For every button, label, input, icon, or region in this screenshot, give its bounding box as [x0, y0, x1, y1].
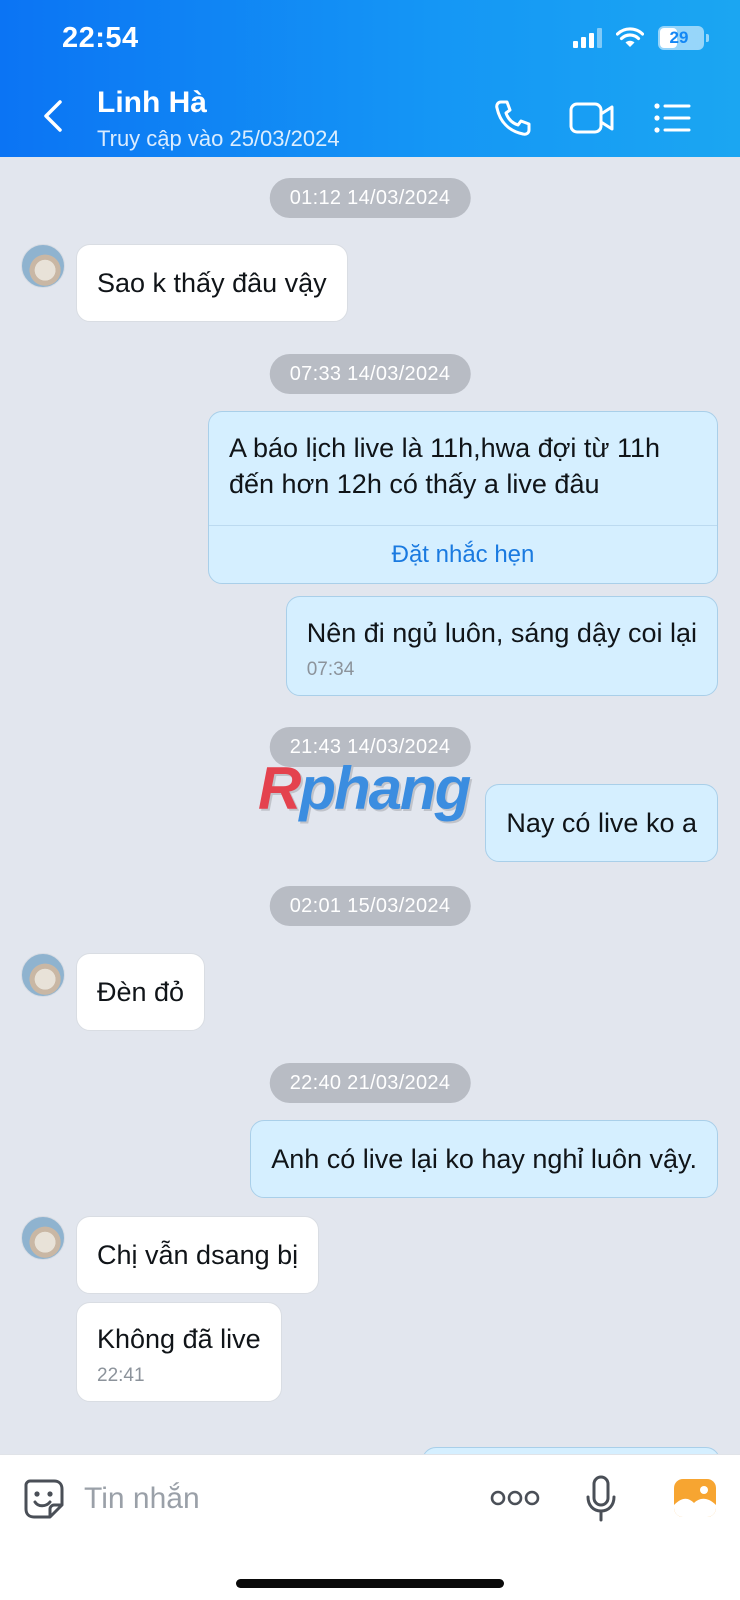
- message-list[interactable]: 01:12 14/03/2024 Sao k thấy đâu vậy 07:3…: [0, 157, 740, 1454]
- wifi-icon: [616, 27, 644, 47]
- message-text: Không đã live: [97, 1324, 261, 1354]
- incoming-message[interactable]: Sao k thấy đâu vậy: [76, 244, 348, 322]
- menu-list-icon[interactable]: [652, 96, 692, 140]
- status-time: 22:54: [62, 22, 139, 54]
- message-text: A báo lịch live là 11h,hwa đợi từ 11h: [229, 433, 661, 463]
- timestamp-divider: 22:40 21/03/2024: [269, 1063, 471, 1103]
- incoming-message[interactable]: Đèn đỏ: [76, 953, 206, 1031]
- last-seen-status: Truy cập vào 25/03/2024: [97, 126, 340, 151]
- home-indicator: [236, 1579, 504, 1588]
- outgoing-message-partial[interactable]: [422, 1447, 720, 1454]
- message-text: Đèn đỏ: [97, 977, 185, 1007]
- contact-avatar[interactable]: [21, 244, 65, 288]
- watermark-logo: Rphang: [258, 755, 471, 822]
- outgoing-message[interactable]: Anh có live lại ko hay nghỉ luôn vậy.: [250, 1120, 718, 1198]
- phone-call-icon[interactable]: [492, 96, 532, 140]
- message-text: Anh có live lại ko hay nghỉ luôn vậy.: [271, 1144, 697, 1174]
- incoming-message[interactable]: Không đã live 22:41: [76, 1302, 282, 1402]
- outgoing-message[interactable]: Nay có live ko a: [485, 784, 718, 862]
- incoming-message[interactable]: Chị vẫn dsang bị: [76, 1216, 320, 1294]
- message-input-bar: [0, 1454, 740, 1600]
- battery-icon: 29: [658, 26, 709, 50]
- outgoing-message[interactable]: Nên đi ngủ luôn, sáng dậy coi lại 07:34: [285, 596, 718, 696]
- message-text: Nay có live ko a: [506, 808, 697, 838]
- video-call-icon[interactable]: [568, 96, 616, 140]
- contact-name[interactable]: Linh Hà: [97, 86, 207, 120]
- microphone-icon[interactable]: [585, 1475, 617, 1523]
- timestamp-divider: 07:33 14/03/2024: [269, 354, 471, 394]
- back-arrow-icon[interactable]: [36, 96, 70, 136]
- status-icons: 29: [573, 26, 709, 50]
- chat-header: 22:54 29 Linh Hà Truy cập vào 25/03/2024: [0, 0, 740, 157]
- timestamp-divider: 01:12 14/03/2024: [269, 178, 471, 218]
- image-gallery-icon[interactable]: [672, 1475, 718, 1521]
- contact-avatar[interactable]: [21, 1216, 65, 1260]
- message-text: Sao k thấy đâu vậy: [97, 268, 327, 298]
- contact-avatar[interactable]: [21, 953, 65, 997]
- outgoing-message[interactable]: A báo lịch live là 11h,hwa đợi từ 11h đế…: [208, 411, 718, 584]
- message-text: đến hơn 12h có thấy a live đâu: [229, 469, 600, 499]
- more-options-icon[interactable]: [490, 1485, 540, 1511]
- cellular-signal-icon: [573, 28, 602, 48]
- message-text: Chị vẫn dsang bị: [97, 1240, 299, 1270]
- message-input[interactable]: [84, 1473, 464, 1525]
- battery-level: 29: [669, 28, 689, 47]
- message-time: 22:41: [97, 1365, 145, 1386]
- timestamp-divider: 02:01 15/03/2024: [269, 886, 471, 926]
- sticker-emoji-icon[interactable]: [22, 1477, 66, 1521]
- message-time: 07:34: [306, 659, 355, 680]
- set-reminder-button[interactable]: Đặt nhắc hẹn: [209, 525, 717, 583]
- message-text: Nên đi ngủ luôn, sáng dậy coi lại: [306, 618, 697, 648]
